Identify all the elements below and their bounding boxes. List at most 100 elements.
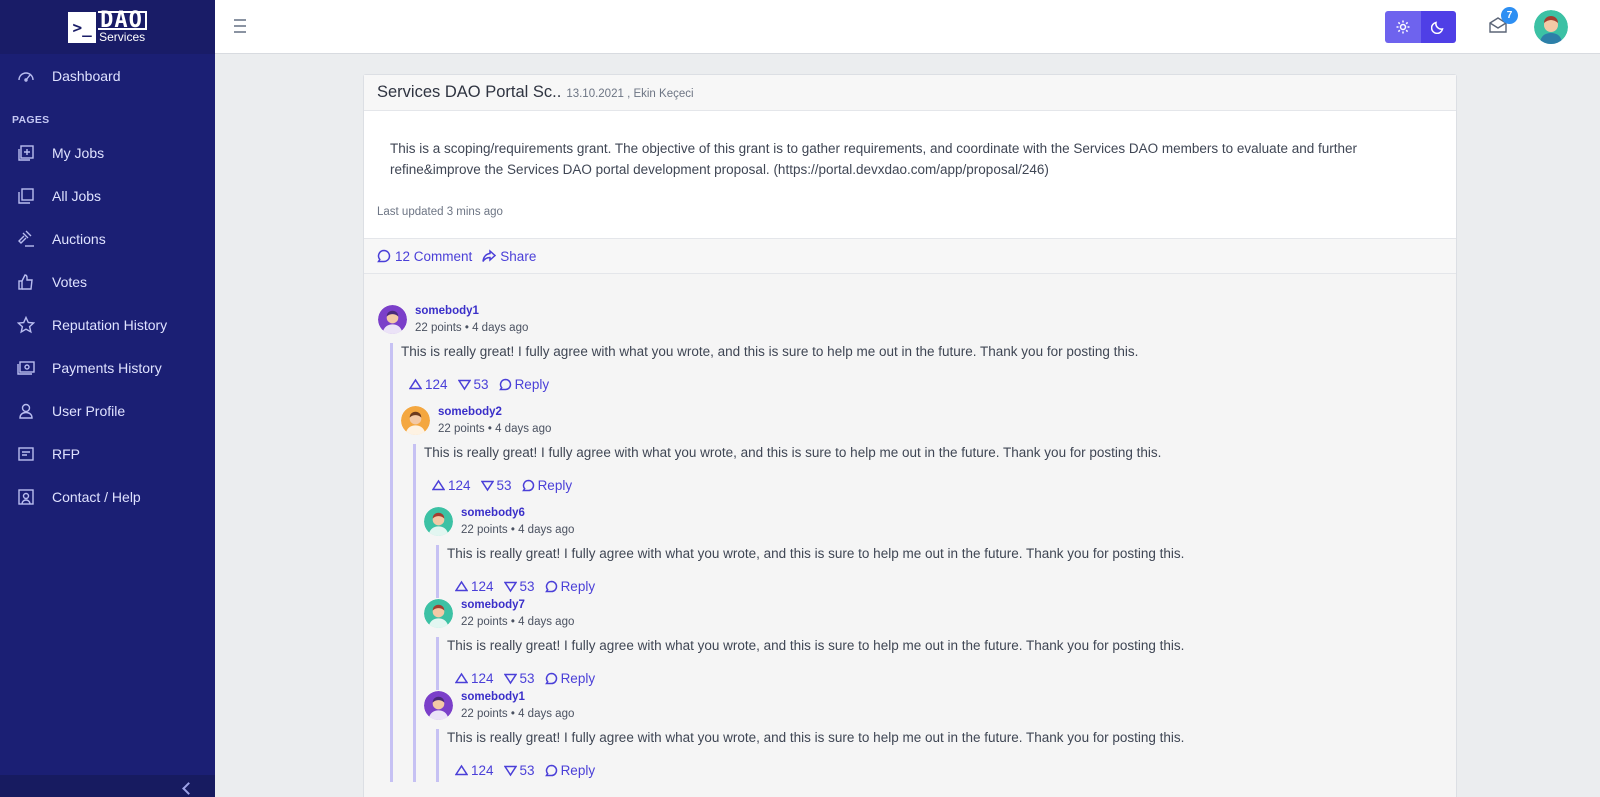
downvote-button[interactable]: 53 (503, 671, 535, 686)
comment-meta: 22 points • 4 days ago (461, 524, 575, 536)
upvote-button[interactable]: 124 (409, 377, 448, 392)
sidebar-item-contact-help[interactable]: Contact / Help (0, 475, 215, 518)
post-body: This is a scoping/requirements grant. Th… (364, 111, 1456, 239)
downvote-button[interactable]: 53 (503, 579, 535, 594)
logo-sub: Services (99, 30, 146, 44)
comment-username[interactable]: somebody6 (461, 506, 574, 520)
downvote-icon (503, 765, 517, 776)
comment-username[interactable]: somebody2 (438, 405, 551, 419)
downvote-button[interactable]: 53 (503, 762, 535, 778)
commenter-avatar[interactable] (424, 507, 453, 536)
comment: somebody1 22 points • 4 days ago This is r… (378, 304, 1456, 782)
reply-icon (521, 479, 534, 491)
sidebar-nav: Dashboard PAGES My Jobs All Jobs Auction… (0, 54, 215, 518)
sidebar-item-rfp[interactable]: RFP (0, 432, 215, 475)
sidebar-item-dashboard[interactable]: Dashboard (0, 54, 215, 97)
upvote-button[interactable]: 124 (455, 579, 494, 594)
reply-label: Reply (560, 762, 596, 778)
dark-mode-button[interactable] (1420, 11, 1456, 43)
sidebar-item-my-jobs[interactable]: My Jobs (0, 131, 215, 174)
upvote-count: 124 (471, 670, 494, 686)
sidebar-item-auctions[interactable]: Auctions (0, 217, 215, 260)
chevron-left-icon (182, 782, 195, 795)
terminal-icon: >_ (68, 11, 97, 43)
comment-username[interactable]: somebody7 (461, 598, 574, 612)
reply-button[interactable]: Reply (544, 578, 596, 594)
downvote-count: 53 (496, 477, 512, 493)
upvote-icon (455, 764, 468, 775)
upvote-icon (409, 378, 422, 389)
sidebar-item-payments-history[interactable]: Payments History (0, 346, 215, 389)
comment-meta: 22 points • 4 days ago (461, 616, 575, 628)
post-card: Services DAO Portal Sc.. 13.10.2021 , Ek… (363, 74, 1457, 797)
reply-label: Reply (560, 578, 596, 594)
comment-header: somebody7 22 points • 4 days ago (424, 598, 1456, 637)
post-meta: 13.10.2021 , Ekin Keçeci (566, 88, 694, 100)
user-avatar[interactable] (1534, 10, 1568, 44)
speedometer-icon (17, 67, 35, 85)
upvote-count: 124 (471, 762, 494, 778)
upvote-button[interactable]: 124 (432, 478, 471, 493)
comment-meta: 22 points • 4 days ago (415, 322, 529, 334)
downvote-count: 53 (519, 762, 535, 778)
thread-line (436, 637, 439, 690)
sidebar-minimizer[interactable] (0, 775, 215, 797)
upvote-icon (455, 580, 468, 591)
reply-label: Reply (560, 670, 596, 686)
brand[interactable]: >_ DAO Services (0, 0, 215, 54)
post-text-line-1: This is a scoping/requirements grant. Th… (390, 141, 1357, 156)
thumb-up-icon (17, 273, 35, 291)
comment-body: This is really great! I fully agree with… (424, 729, 1456, 782)
upvote-button[interactable]: 124 (455, 671, 494, 686)
reply-icon (544, 672, 557, 684)
upvote-icon (432, 479, 445, 490)
comment-replies: somebody6 22 points • 4 days ago This is r… (424, 497, 1456, 782)
commenter-avatar[interactable] (378, 305, 407, 334)
thread-line (413, 444, 416, 782)
sidebar: >_ DAO Services Dashboard PAGES My Jobs … (0, 0, 215, 797)
last-updated: Last updated 3 mins ago (377, 206, 503, 218)
comment-meta: 22 points • 4 days ago (461, 708, 575, 720)
comment-header: somebody6 22 points • 4 days ago (424, 506, 1456, 545)
commenter-avatar[interactable] (401, 406, 430, 435)
comment-username[interactable]: somebody1 (415, 304, 528, 318)
post-actions: 12 Comment Share (364, 239, 1456, 274)
downvote-icon (457, 379, 471, 390)
share-button[interactable]: Share (482, 249, 536, 264)
comment-button[interactable]: 12 Comment (377, 249, 472, 264)
sidebar-item-user-profile[interactable]: User Profile (0, 389, 215, 432)
sidebar-item-reputation-history[interactable]: Reputation History (0, 303, 215, 346)
comment-body: This is really great! I fully agree with… (401, 444, 1456, 782)
post-text-line-2: refine&improve the Services DAO portal d… (390, 161, 1049, 177)
commenter-avatar[interactable] (424, 691, 453, 720)
reply-button[interactable]: Reply (544, 670, 596, 686)
comment-username[interactable]: somebody1 (461, 690, 574, 704)
comment-text: This is really great! I fully agree with… (447, 638, 1185, 653)
thread-line (436, 545, 439, 598)
reply-button[interactable]: Reply (544, 762, 596, 778)
sidebar-item-votes[interactable]: Votes (0, 260, 215, 303)
sidebar-item-label: Votes (52, 273, 88, 290)
money-icon (17, 359, 35, 377)
upvote-button[interactable]: 124 (455, 763, 494, 778)
light-mode-button[interactable] (1385, 11, 1421, 43)
post-text: This is a scoping/requirements grant. Th… (377, 139, 1430, 180)
reply-button[interactable]: Reply (521, 477, 573, 493)
commenter-avatar[interactable] (424, 599, 453, 628)
dao-services-logo: >_ DAO Services (68, 10, 147, 44)
theme-toggle (1385, 11, 1456, 43)
add-note-icon (17, 144, 35, 162)
comment-body: This is really great! I fully agree with… (424, 545, 1456, 598)
comment-thread: somebody1 22 points • 4 days ago This is r… (364, 274, 1456, 782)
reply-button[interactable]: Reply (498, 377, 549, 392)
reply-label: Reply (537, 477, 573, 493)
downvote-button[interactable]: 53 (457, 376, 489, 392)
reply-icon (544, 764, 557, 776)
downvote-button[interactable]: 53 (480, 477, 512, 493)
sidebar-item-all-jobs[interactable]: All Jobs (0, 174, 215, 217)
star-icon (17, 315, 35, 334)
hamburger-menu-icon[interactable] (234, 19, 246, 33)
sun-icon (1396, 20, 1410, 34)
downvote-count: 53 (473, 376, 489, 392)
notification-badge: 7 (1501, 7, 1518, 24)
